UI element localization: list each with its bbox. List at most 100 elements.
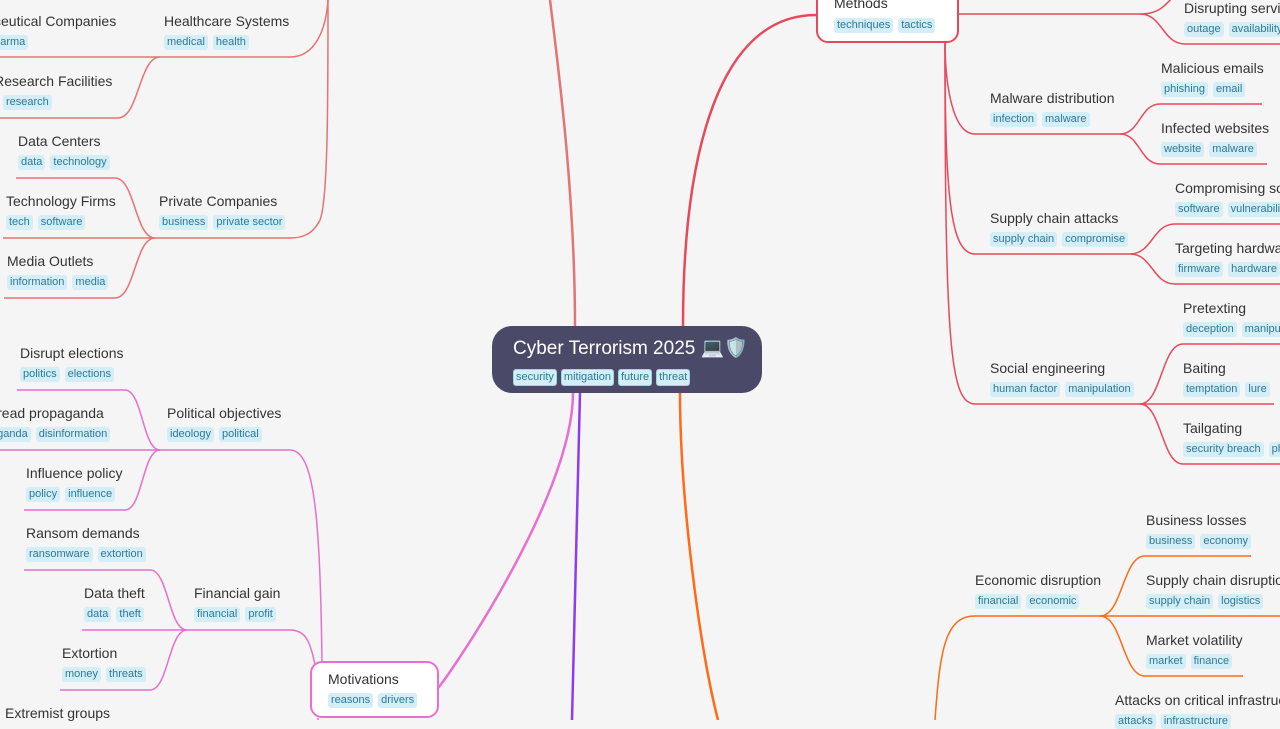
node-tags: market finance xyxy=(1146,654,1242,669)
node-tags: business private sector xyxy=(159,215,286,230)
tag: business xyxy=(159,215,209,230)
node-title: Disrupt elections xyxy=(20,345,124,361)
tag: policy xyxy=(26,487,61,502)
methods-node[interactable]: Methods techniques tactics xyxy=(816,0,959,43)
node-private[interactable]: Private Companies business private sector xyxy=(159,192,286,230)
node-tags: financial economic xyxy=(975,594,1101,609)
node-business[interactable]: Business losses business economy xyxy=(1146,511,1252,549)
node-title: Medical Research Facilities xyxy=(0,73,113,89)
tag: software xyxy=(37,215,86,230)
tag: infection xyxy=(990,112,1037,127)
node-tags: ransomware extortion xyxy=(26,547,146,562)
tag: firmware xyxy=(1175,262,1224,277)
tag: reasons xyxy=(328,693,374,708)
node-media[interactable]: Media Outlets information media xyxy=(7,252,109,290)
node-medres[interactable]: Medical Research Facilities research xyxy=(0,72,112,110)
node-tags: data theft xyxy=(84,607,145,622)
node-tags: research xyxy=(3,95,112,110)
tag: economic xyxy=(1026,594,1080,609)
node-title: Supply chain disruption xyxy=(1146,572,1280,588)
node-tailgating[interactable]: Tailgating security breach physical xyxy=(1183,419,1280,457)
tag: ideology xyxy=(167,427,214,442)
node-datacenters[interactable]: Data Centers data technology xyxy=(18,132,110,170)
tag: availability xyxy=(1228,22,1280,37)
tag: business xyxy=(1146,534,1196,549)
node-hardware[interactable]: Targeting hardware firmware hardware xyxy=(1175,239,1280,277)
node-tags: medical health xyxy=(164,35,289,50)
link-financial xyxy=(187,629,316,666)
tag: finance xyxy=(1190,654,1233,669)
methods-tags: techniques tactics xyxy=(834,18,936,33)
tag: disinformation xyxy=(35,427,111,442)
node-title: Infected websites xyxy=(1161,120,1270,136)
branch-targets xyxy=(548,0,577,328)
tag: financial xyxy=(975,594,1022,609)
tag: private sector xyxy=(213,215,286,230)
node-pharma[interactable]: Pharmaceutical Companies pharma xyxy=(0,12,116,50)
node-tags: firmware hardware xyxy=(1175,262,1280,277)
node-financial[interactable]: Financial gain financial profit xyxy=(194,584,280,622)
node-baiting[interactable]: Baiting temptation lure xyxy=(1183,359,1270,397)
tag: supply chain xyxy=(1146,594,1214,609)
node-software[interactable]: Compromising software software vulnerabili… xyxy=(1175,179,1280,217)
node-extortion[interactable]: Extortion money threats xyxy=(62,644,146,682)
link-ddos xyxy=(958,0,1172,15)
tag: technology xyxy=(50,155,110,170)
tag: attacks xyxy=(1115,714,1156,729)
tag: ransomware xyxy=(26,547,93,562)
tag: security xyxy=(513,369,557,386)
node-propaganda[interactable]: Spread propaganda propaganda disinformatio… xyxy=(0,404,111,442)
node-malware[interactable]: Malware distribution infection malware xyxy=(990,89,1115,127)
tag: deception xyxy=(1183,322,1237,337)
node-title: Media Outlets xyxy=(7,253,94,269)
methods-title: Methods xyxy=(834,0,888,11)
tag: hardware xyxy=(1228,262,1280,277)
node-economic[interactable]: Economic disruption financial economic xyxy=(975,571,1101,609)
branch-impacts xyxy=(678,392,720,720)
tag: manipulation xyxy=(1241,322,1280,337)
node-pretexting[interactable]: Pretexting deception manipulation xyxy=(1183,299,1280,337)
node-extremist[interactable]: Extremist groups xyxy=(5,704,110,727)
tag: information xyxy=(7,275,68,290)
tag: politics xyxy=(20,367,60,382)
motivations-node[interactable]: Motivations reasons drivers xyxy=(310,661,439,718)
node-tags: supply chain logistics xyxy=(1146,594,1280,609)
node-emails[interactable]: Malicious emails phishing email xyxy=(1161,59,1264,97)
tag: elections xyxy=(64,367,115,382)
node-title: Economic disruption xyxy=(975,572,1102,588)
node-tags: politics elections xyxy=(20,367,124,382)
node-political[interactable]: Political objectives ideology political xyxy=(167,404,281,442)
node-tags: software vulnerability xyxy=(1175,202,1280,217)
node-websites[interactable]: Infected websites website malware xyxy=(1161,119,1269,157)
node-market[interactable]: Market volatility market finance xyxy=(1146,631,1242,669)
central-topic-node[interactable]: Cyber Terrorism 2025 💻🛡️ security mitiga… xyxy=(492,326,762,393)
tag: influence xyxy=(65,487,116,502)
node-critical[interactable]: Attacks on critical infrastructure attack… xyxy=(1115,691,1280,729)
branch-methods xyxy=(681,13,817,327)
node-healthcare[interactable]: Healthcare Systems medical health xyxy=(164,12,289,50)
node-datatheft[interactable]: Data theft data theft xyxy=(84,584,145,622)
tag: extortion xyxy=(97,547,146,562)
tag: media xyxy=(72,275,109,290)
node-title: Extremist groups xyxy=(5,705,111,721)
tag: economy xyxy=(1200,534,1252,549)
node-supplydisrupt[interactable]: Supply chain disruption supply chain logis… xyxy=(1146,571,1280,609)
node-title: Market volatility xyxy=(1146,632,1243,648)
node-disrupting[interactable]: Disrupting services outage availability xyxy=(1184,0,1280,37)
tag: temptation xyxy=(1183,382,1241,397)
node-supplychain[interactable]: Supply chain attacks supply chain compromi… xyxy=(990,209,1129,247)
node-title: Extortion xyxy=(62,645,118,661)
node-policy[interactable]: Influence policy policy influence xyxy=(26,464,123,502)
node-social[interactable]: Social engineering human factor manipulati… xyxy=(990,359,1134,397)
node-title: Attacks on critical infrastructure xyxy=(1115,692,1280,708)
node-techfirms[interactable]: Technology Firms tech software xyxy=(6,192,116,230)
node-elections[interactable]: Disrupt elections politics elections xyxy=(20,344,124,382)
tag: financial xyxy=(194,607,241,622)
node-tags: financial profit xyxy=(194,607,280,622)
node-title: Ransom demands xyxy=(26,525,140,541)
node-tags: supply chain compromise xyxy=(990,232,1129,247)
tag: profit xyxy=(245,607,276,622)
node-ransom[interactable]: Ransom demands ransomware extortion xyxy=(26,524,146,562)
node-title: Pretexting xyxy=(1183,300,1247,316)
node-tags: infection malware xyxy=(990,112,1115,127)
